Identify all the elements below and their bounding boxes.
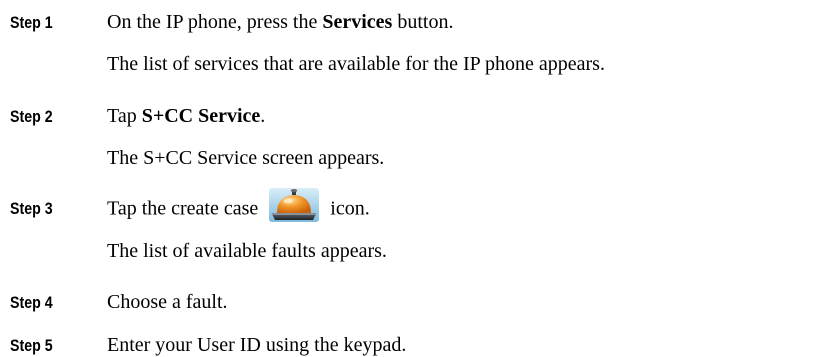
- step-2-text-post: .: [260, 105, 266, 127]
- step-1-text-pre: On the IP phone, press the: [107, 11, 323, 33]
- step-4-text: Choose a fault.: [107, 291, 228, 313]
- step-2-result: The S+CC Service screen appears.: [107, 147, 385, 169]
- step-2-text-pre: Tap: [107, 105, 142, 127]
- step-3-result: The list of available faults appears.: [107, 240, 387, 262]
- procedure-steps: Step 1 On the IP phone, press the Servic…: [0, 0, 814, 356]
- step-1-result: The list of services that are available …: [107, 53, 605, 75]
- step-2-label: Step 2: [10, 108, 53, 126]
- step-3-text-pre: Tap the create case: [107, 197, 264, 220]
- step-5-instruction: Enter your User ID using the keypad.: [107, 333, 406, 357]
- step-1-instruction: On the IP phone, press the Services butt…: [107, 10, 453, 34]
- bell-icon: [269, 188, 320, 222]
- step-4-label: Step 4: [10, 294, 53, 312]
- step-2-instruction: Tap S+CC Service.: [107, 104, 265, 128]
- step-1-text-post: button.: [392, 11, 454, 33]
- step-3-text-post: icon.: [325, 197, 370, 220]
- step-2-text-bold: S+CC Service: [141, 105, 261, 127]
- step-5-text: Enter your User ID using the keypad.: [107, 334, 407, 356]
- step-4-instruction: Choose a fault.: [107, 290, 228, 314]
- step-1-label: Step 1: [10, 14, 53, 32]
- step-5-label: Step 5: [10, 337, 53, 355]
- step-1-text-bold: Services: [322, 11, 393, 33]
- step-3-label: Step 3: [10, 200, 53, 218]
- step-3-instruction: Tap the create case icon.: [107, 188, 370, 224]
